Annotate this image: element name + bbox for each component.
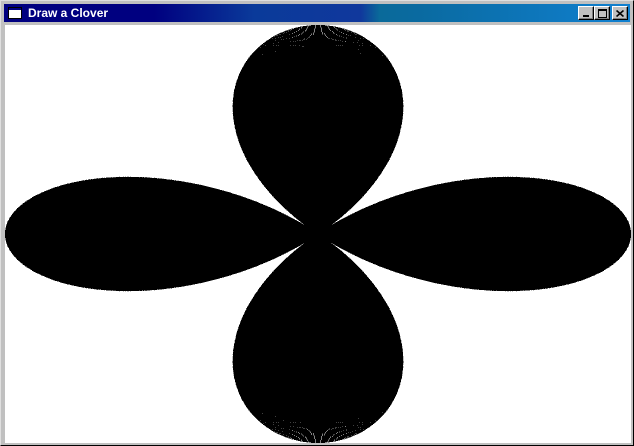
app-window: Draw a Clover xyxy=(0,0,634,446)
window-title: Draw a Clover xyxy=(28,6,109,20)
close-icon xyxy=(616,9,624,17)
maximize-icon xyxy=(597,8,607,18)
caption-buttons xyxy=(578,6,628,20)
maximize-button[interactable] xyxy=(594,6,610,20)
window-app-icon[interactable] xyxy=(7,6,23,20)
clover-drawing xyxy=(5,25,631,443)
minimize-icon xyxy=(583,14,589,17)
drawing-canvas[interactable] xyxy=(5,25,631,443)
clover-line-fan xyxy=(5,25,631,443)
close-button[interactable] xyxy=(612,6,628,20)
minimize-button[interactable] xyxy=(578,6,594,20)
title-bar[interactable]: Draw a Clover xyxy=(4,4,630,22)
